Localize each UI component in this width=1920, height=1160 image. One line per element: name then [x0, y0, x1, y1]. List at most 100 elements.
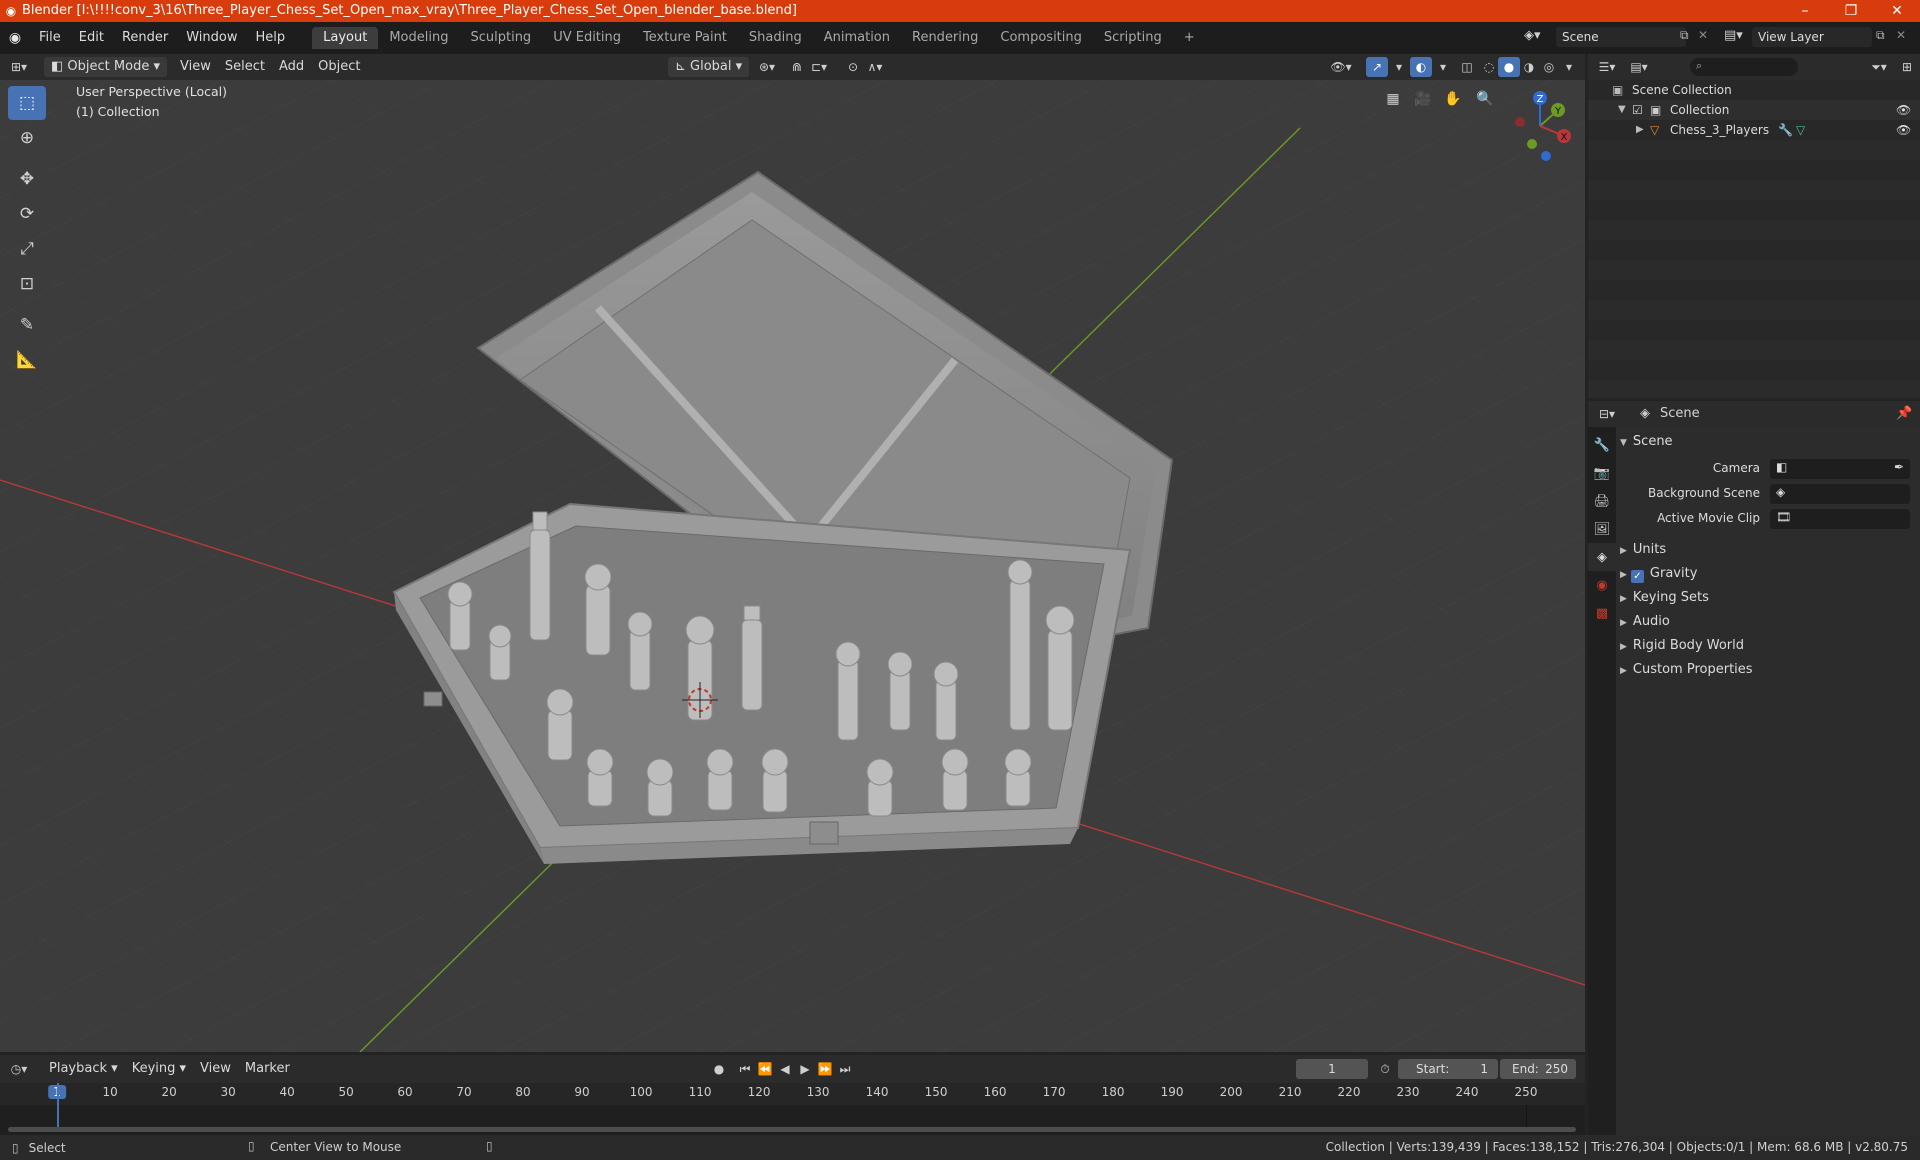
start-frame-field[interactable]: Start: 1	[1398, 1059, 1498, 1079]
jump-start-icon[interactable]: ⏮	[734, 1059, 756, 1079]
keying-menu[interactable]: Keying ▾	[125, 1059, 193, 1079]
preview-range-icon[interactable]: ⏱	[1374, 1059, 1396, 1079]
scene-name-field[interactable]: Scene	[1556, 27, 1686, 47]
end-frame-field[interactable]: End: 250	[1500, 1059, 1576, 1079]
delete-scene-icon[interactable]: ✕	[1698, 28, 1708, 42]
menu-render[interactable]: Render	[113, 26, 177, 50]
outliner-search-input[interactable]	[1710, 59, 1792, 75]
marker-menu[interactable]: Marker	[238, 1059, 297, 1079]
tab-uv-editing[interactable]: UV Editing	[542, 27, 632, 49]
filter-icon[interactable]: ⏷▾	[1868, 57, 1890, 77]
select-menu[interactable]: Select	[218, 57, 272, 77]
gizmo-dropdown-icon[interactable]: ▾	[1388, 57, 1410, 77]
object-menu[interactable]: Object	[311, 57, 367, 77]
outliner[interactable]: ▣ Scene Collection ▼ ☑ ▣ Collection 👁 ▶ …	[1588, 80, 1920, 398]
panel-audio-header[interactable]: ▶ Audio	[1620, 611, 1916, 633]
pin-icon[interactable]: 📌	[1896, 406, 1912, 421]
proportional-edit-icon[interactable]: ⊙	[842, 57, 864, 77]
close-button[interactable]: ✕	[1874, 0, 1920, 22]
gizmo-toggle-icon[interactable]: ↗	[1366, 57, 1388, 77]
panel-units-header[interactable]: ▶ Units	[1620, 539, 1916, 561]
tab-animation[interactable]: Animation	[813, 27, 901, 49]
shading-material-icon[interactable]: ◑	[1518, 57, 1540, 77]
play-icon[interactable]: ▶	[794, 1059, 816, 1079]
scene-selector-icon[interactable]: ◈▾	[1524, 28, 1541, 43]
view-layer-tab-icon[interactable]: 🖼	[1588, 515, 1616, 543]
active-movie-clip-field[interactable]: 🎞	[1770, 509, 1910, 529]
editor-type-icon[interactable]: ⊞▾	[8, 57, 30, 77]
menu-window[interactable]: Window	[177, 26, 246, 50]
mode-dropdown[interactable]: ◧ Object Mode ▾	[44, 57, 167, 77]
timeline-editor-type-icon[interactable]: ◷▾	[8, 1059, 30, 1079]
display-mode-icon[interactable]: ▤▾	[1628, 57, 1650, 77]
xray-icon[interactable]: ◫	[1456, 57, 1478, 77]
jump-keyframe-forward-icon[interactable]: ⏩	[814, 1059, 836, 1079]
new-view-layer-icon[interactable]: ⧉	[1876, 28, 1885, 43]
menu-help[interactable]: Help	[247, 26, 295, 50]
shading-solid-icon[interactable]: ●	[1498, 57, 1520, 77]
shading-rendered-icon[interactable]: ◎	[1538, 57, 1560, 77]
eye-icon[interactable]: 👁	[1896, 100, 1911, 120]
playback-menu[interactable]: Playback ▾	[42, 1059, 125, 1079]
play-reverse-icon[interactable]: ◀	[774, 1059, 796, 1079]
cursor-tool-icon[interactable]: ⊕	[8, 121, 46, 155]
restore-button[interactable]: ❐	[1828, 0, 1874, 22]
view-layer-field[interactable]: View Layer	[1752, 27, 1872, 47]
visibility-icon[interactable]: 👁▾	[1330, 57, 1352, 77]
menu-edit[interactable]: Edit	[70, 26, 113, 50]
mesh-data-icon[interactable]: ▽	[1796, 120, 1805, 140]
modifier-icon[interactable]: 🔧	[1778, 120, 1793, 140]
camera-field[interactable]: ◧ ✒	[1770, 459, 1910, 479]
camera-view-icon[interactable]: 🎥	[1410, 86, 1436, 112]
outliner-row-scene-collection[interactable]: ▣ Scene Collection	[1588, 80, 1920, 100]
add-workspace-button[interactable]: +	[1173, 27, 1206, 49]
3d-viewport[interactable]: User Perspective (Local) (1) Collection …	[0, 80, 1585, 1052]
transform-orientation-dropdown[interactable]: ⊾ Global ▾	[668, 57, 750, 77]
eyedropper-icon[interactable]: ✒	[1894, 460, 1904, 474]
add-menu[interactable]: Add	[272, 57, 311, 77]
panel-custom-properties-header[interactable]: ▶ Custom Properties	[1620, 659, 1916, 681]
expand-icon[interactable]: ▼	[1618, 100, 1626, 120]
auto-keying-icon[interactable]: ●	[708, 1059, 730, 1079]
properties-editor-type-icon[interactable]: ⊟▾	[1596, 404, 1618, 424]
tab-compositing[interactable]: Compositing	[989, 27, 1093, 49]
panel-rigid-body-world-header[interactable]: ▶ Rigid Body World	[1620, 635, 1916, 657]
output-tab-icon[interactable]: 🖨	[1588, 487, 1616, 515]
snap-target-icon[interactable]: ⊏▾	[808, 57, 830, 77]
snap-icon[interactable]: ⋒	[786, 57, 808, 77]
menu-file[interactable]: File	[30, 26, 70, 50]
tab-rendering[interactable]: Rendering	[901, 27, 989, 49]
tab-sculpting[interactable]: Sculpting	[459, 27, 542, 49]
delete-view-layer-icon[interactable]: ✕	[1896, 28, 1906, 42]
world-tab-icon[interactable]: ◉	[1588, 571, 1616, 599]
render-tab-icon[interactable]: 📷	[1588, 459, 1616, 487]
toggle-grid-icon[interactable]: ▦	[1380, 86, 1406, 112]
tab-scripting[interactable]: Scripting	[1093, 27, 1173, 49]
view-layer-selector-icon[interactable]: ▤▾	[1724, 28, 1743, 43]
shading-dropdown-icon[interactable]: ▾	[1558, 57, 1580, 77]
frame-ruler[interactable]: 1102030405060708090100110120130140150160…	[0, 1083, 1585, 1105]
overlay-dropdown-icon[interactable]: ▾	[1432, 57, 1454, 77]
new-collection-icon[interactable]: ⊞	[1896, 57, 1918, 77]
eye-icon[interactable]: 👁	[1896, 120, 1911, 140]
rotate-tool-icon[interactable]: ⟳	[8, 197, 46, 231]
pan-view-icon[interactable]: ✋	[1440, 86, 1466, 112]
panel-scene-header[interactable]: ▼ Scene	[1620, 431, 1916, 453]
overlay-toggle-icon[interactable]: ◐	[1410, 57, 1432, 77]
panel-keying-sets-header[interactable]: ▶ Keying Sets	[1620, 587, 1916, 609]
tab-shading[interactable]: Shading	[738, 27, 813, 49]
move-tool-icon[interactable]: ✥	[8, 162, 46, 196]
timeline-scrollbar[interactable]	[8, 1127, 1576, 1132]
texture-tab-icon[interactable]: ▩	[1588, 599, 1616, 627]
transform-tool-icon[interactable]: ⊡	[8, 267, 46, 301]
background-scene-field[interactable]: ◈	[1770, 484, 1910, 504]
blender-menu-icon[interactable]: ◉	[0, 30, 30, 46]
timeline-view-menu[interactable]: View	[193, 1059, 238, 1079]
shading-wireframe-icon[interactable]: ◌	[1478, 57, 1500, 77]
falloff-icon[interactable]: ∧▾	[864, 57, 886, 77]
panel-gravity-header[interactable]: ▶ ✓ Gravity	[1620, 563, 1916, 585]
tab-texture-paint[interactable]: Texture Paint	[632, 27, 738, 49]
outliner-editor-type-icon[interactable]: ☰▾	[1596, 57, 1618, 77]
view-menu[interactable]: View	[173, 57, 218, 77]
scale-tool-icon[interactable]: ⤢	[8, 232, 46, 266]
